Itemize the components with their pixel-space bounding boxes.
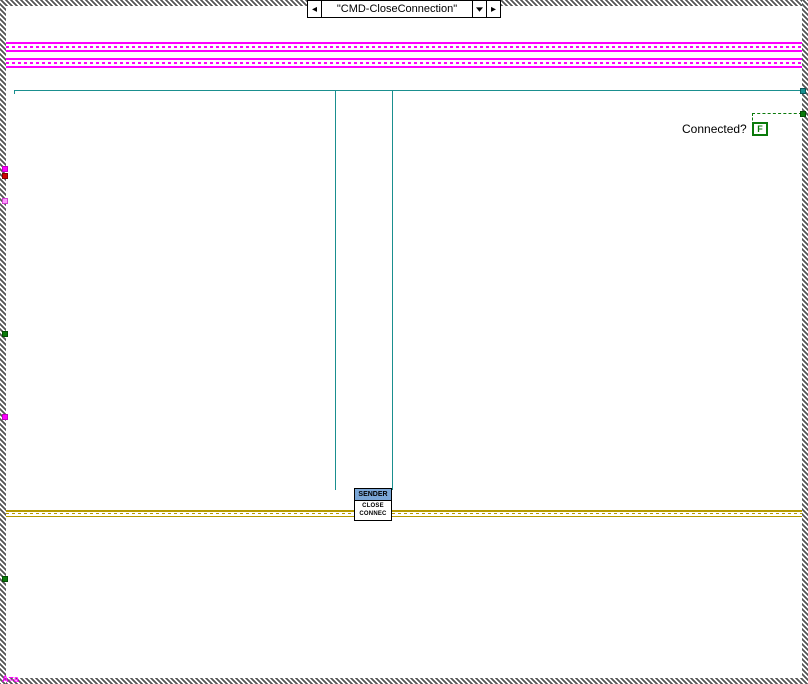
- sender-close-connection-subvi[interactable]: SENDER CLOSE CONNEC: [354, 488, 392, 521]
- case-prev-arrow-icon[interactable]: ◂: [308, 1, 322, 17]
- case-next-arrow-icon[interactable]: ▸: [486, 1, 500, 17]
- left-tunnel-d: [2, 331, 8, 337]
- case-menu-dropdown-icon[interactable]: [472, 1, 486, 17]
- teal-frame-top: [14, 90, 802, 91]
- cluster-wire-2: [6, 58, 802, 68]
- case-selector[interactable]: ◂ "CMD-CloseConnection" ▸: [307, 0, 501, 18]
- subvi-body-line2: CONNEC: [359, 511, 386, 517]
- cluster-wire-1: [6, 42, 802, 52]
- cluster-wire-1-inner: [6, 46, 802, 48]
- case-selector-label[interactable]: "CMD-CloseConnection": [322, 1, 472, 17]
- teal-right-vertical: [392, 90, 393, 490]
- left-tunnel-a: [2, 166, 8, 172]
- cluster-wire-2-inner: [6, 62, 802, 64]
- boolean-false-constant[interactable]: F: [752, 122, 768, 136]
- right-tunnel-boolean: [800, 111, 806, 117]
- error-wire-right-inner: [392, 513, 802, 514]
- left-tunnel-b: [2, 173, 8, 179]
- error-wire-right: [392, 510, 802, 517]
- subvi-body-line1: CLOSE: [362, 503, 384, 509]
- left-tunnel-c: [2, 198, 8, 204]
- case-structure-border-right: [802, 0, 808, 684]
- case-structure-border-bottom: [0, 678, 808, 684]
- teal-left-vertical: [335, 90, 336, 490]
- right-tunnel-a: [800, 88, 806, 94]
- error-wire-left-inner: [6, 513, 354, 514]
- left-tunnel-f: [2, 576, 8, 582]
- error-wire-left: [6, 510, 354, 517]
- subvi-body: CLOSE CONNEC: [355, 501, 391, 520]
- subvi-header: SENDER: [355, 489, 391, 501]
- connected-label: Connected?: [682, 122, 747, 136]
- teal-frame-left-stub: [14, 90, 15, 94]
- boolean-wire-top: [752, 113, 802, 114]
- probe-glyph: A=a: [2, 674, 19, 684]
- left-tunnel-e: [2, 414, 8, 420]
